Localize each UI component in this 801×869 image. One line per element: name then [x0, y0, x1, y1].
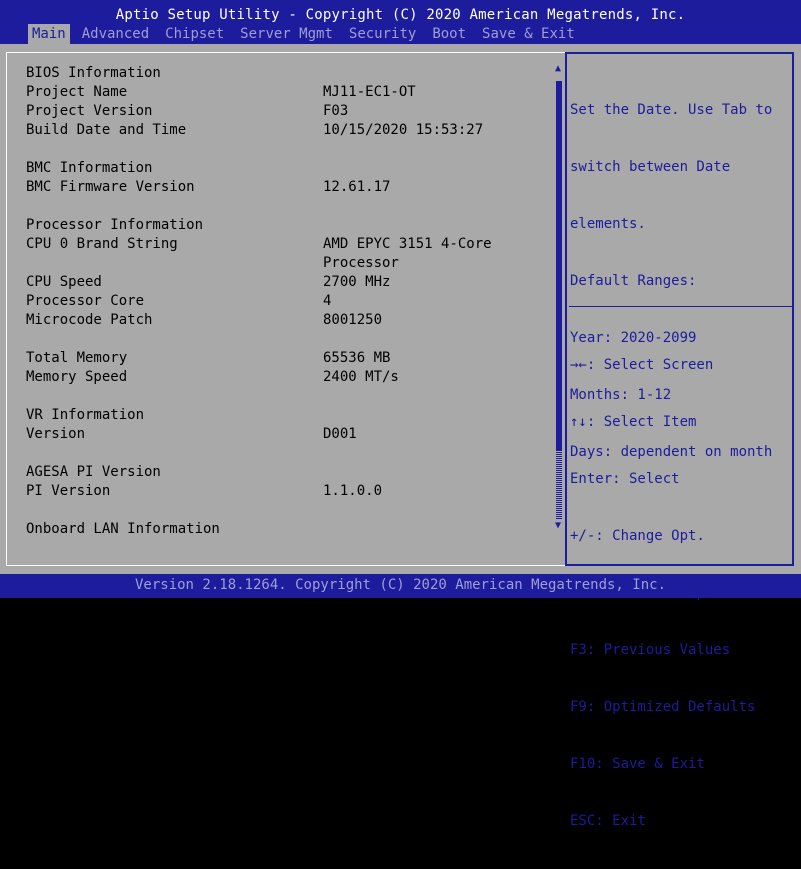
help-line: Default Ranges:	[570, 273, 697, 289]
tab-server-mgmt[interactable]: Server Mgmt	[236, 24, 337, 44]
proc-core-label: Processor Core	[26, 293, 145, 309]
help-divider	[569, 306, 793, 307]
bmc-fw-value: 12.61.17	[323, 179, 391, 195]
scrollbar-thumb[interactable]	[556, 81, 562, 451]
scroll-down-arrow-icon[interactable]: ▼	[555, 520, 561, 531]
pi-version-label: PI Version	[26, 483, 111, 499]
scroll-up-arrow-icon[interactable]: ▲	[555, 63, 561, 74]
onboard-lan-heading: Onboard LAN Information	[26, 521, 220, 537]
scrollbar[interactable]: ▲ ▼	[555, 63, 563, 533]
vr-version-value: D001	[323, 426, 357, 442]
footer-bar: Version 2.18.1264. Copyright (C) 2020 Am…	[0, 574, 801, 598]
key-select-item: ↑↓: Select Item	[570, 414, 697, 430]
build-date-value[interactable]: 10/15/2020 15:53:27	[323, 122, 483, 138]
pi-version-value: 1.1.0.0	[323, 483, 383, 499]
key-select-screen: →←: Select Screen	[570, 357, 714, 373]
info-panel: BIOS Information Project Name MJ11-EC1-O…	[6, 52, 567, 566]
key-save-exit: F10: Save & Exit	[570, 756, 705, 772]
cpu-brand-value-line2: Processor	[323, 255, 399, 271]
project-version-label: Project Version	[26, 103, 153, 119]
key-esc-exit: ESC: Exit	[570, 813, 646, 829]
key-change-opt: +/-: Change Opt.	[570, 528, 705, 544]
project-name-value: MJ11-EC1-OT	[323, 84, 416, 100]
build-date-label: Build Date and Time	[26, 122, 187, 138]
microcode-value: 8001250	[323, 312, 383, 328]
help-line: switch between Date	[570, 159, 731, 175]
cpu-speed-value: 2700 MHz	[323, 274, 391, 290]
app-title: Aptio Setup Utility - Copyright (C) 2020…	[115, 7, 686, 23]
header-bar: Aptio Setup Utility - Copyright (C) 2020…	[0, 0, 801, 44]
vr-info-heading: VR Information	[26, 407, 145, 423]
cpu-speed-label: CPU Speed	[26, 274, 102, 290]
help-line: Set the Date. Use Tab to	[570, 102, 773, 118]
bmc-fw-label: BMC Firmware Version	[26, 179, 195, 195]
total-memory-value: 65536 MB	[323, 350, 391, 366]
tab-security[interactable]: Security	[345, 24, 420, 44]
agesa-heading: AGESA PI Version	[26, 464, 161, 480]
footer-version-text: Version 2.18.1264. Copyright (C) 2020 Am…	[134, 577, 666, 593]
microcode-label: Microcode Patch	[26, 312, 153, 328]
project-name-label: Project Name	[26, 84, 128, 100]
memory-speed-label: Memory Speed	[26, 369, 128, 385]
cpu-brand-label: CPU 0 Brand String	[26, 236, 178, 252]
help-line: elements.	[570, 216, 646, 232]
bios-info-heading: BIOS Information	[26, 65, 161, 81]
project-version-value: F03	[323, 103, 349, 119]
vr-version-label: Version	[26, 426, 86, 442]
memory-speed-value: 2400 MT/s	[323, 369, 399, 385]
total-memory-label: Total Memory	[26, 350, 128, 366]
tab-bar: Main Advanced Chipset Server Mgmt Securi…	[28, 24, 587, 44]
tab-main[interactable]: Main	[28, 24, 70, 44]
cpu-brand-value-line1: AMD EPYC 3151 4-Core	[323, 236, 492, 252]
proc-core-value: 4	[323, 293, 332, 309]
tab-advanced[interactable]: Advanced	[78, 24, 153, 44]
tab-chipset[interactable]: Chipset	[161, 24, 228, 44]
proc-info-heading: Processor Information	[26, 217, 204, 233]
tab-boot[interactable]: Boot	[428, 24, 470, 44]
help-panel: Set the Date. Use Tab to switch between …	[565, 52, 794, 829]
main-content: BIOS Information Project Name MJ11-EC1-O…	[0, 44, 801, 829]
key-enter-select: Enter: Select	[570, 471, 680, 487]
key-optimized-defaults: F9: Optimized Defaults	[570, 699, 756, 715]
tab-save-exit[interactable]: Save & Exit	[478, 24, 579, 44]
key-previous-values: F3: Previous Values	[570, 642, 731, 658]
bmc-info-heading: BMC Information	[26, 160, 153, 176]
